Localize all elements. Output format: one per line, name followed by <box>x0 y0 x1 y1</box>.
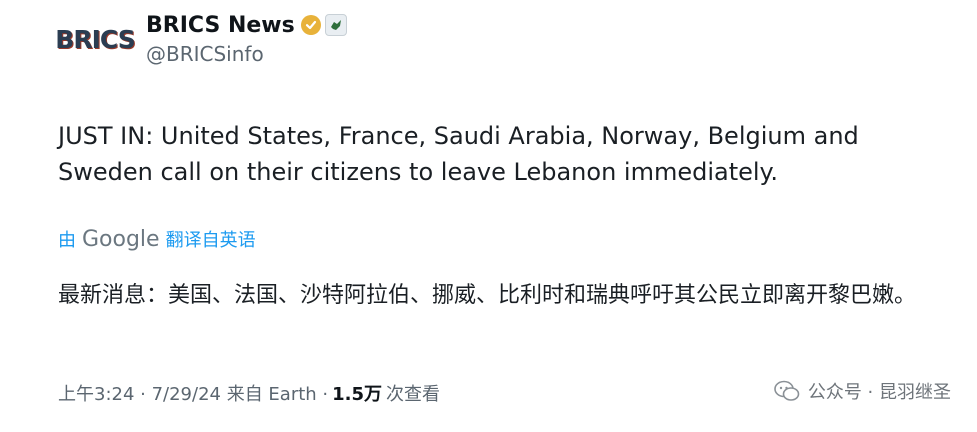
account-handle[interactable]: @BRICSinfo <box>146 42 347 66</box>
watermark: 公众号 · 昆羽继圣 <box>774 378 951 404</box>
tweet-header: BRICS BRICS News @BRICSinfo <box>55 6 347 72</box>
google-logo: Google <box>82 226 160 252</box>
account-identity: BRICS News @BRICSinfo <box>146 13 347 66</box>
verified-badge-icon[interactable] <box>300 15 321 35</box>
affiliation-badge-icon[interactable] <box>324 14 347 36</box>
avatar[interactable]: BRICS <box>55 13 135 65</box>
tweet-meta: 上午3:24 · 7/29/24 来自 Earth · 1.5万 次查看 <box>58 380 440 406</box>
tweet-text: JUST IN: United States, France, Saudi Ar… <box>58 122 859 186</box>
watermark-text: 公众号 · 昆羽继圣 <box>807 382 951 403</box>
name-row: BRICS News <box>146 13 347 38</box>
timestamp[interactable]: 上午3:24 · 7/29/24 来自 Earth · <box>58 380 328 406</box>
view-count: 1.5万 <box>332 384 383 405</box>
translate-action: 翻译自英语 <box>165 230 256 251</box>
avatar-logo-text: BRICS <box>55 24 135 54</box>
translate-link[interactable]: 由 Google 翻译自英语 <box>58 226 256 252</box>
wechat-icon <box>774 380 800 402</box>
translated-text: 最新消息：美国、法国、沙特阿拉伯、挪威、比利时和瑞典呼吁其公民立即离开黎巴嫩。 <box>58 283 917 308</box>
display-name[interactable]: BRICS News <box>146 13 295 38</box>
view-count-label: 次查看 <box>386 384 441 405</box>
translate-prefix: 由 <box>58 230 76 251</box>
